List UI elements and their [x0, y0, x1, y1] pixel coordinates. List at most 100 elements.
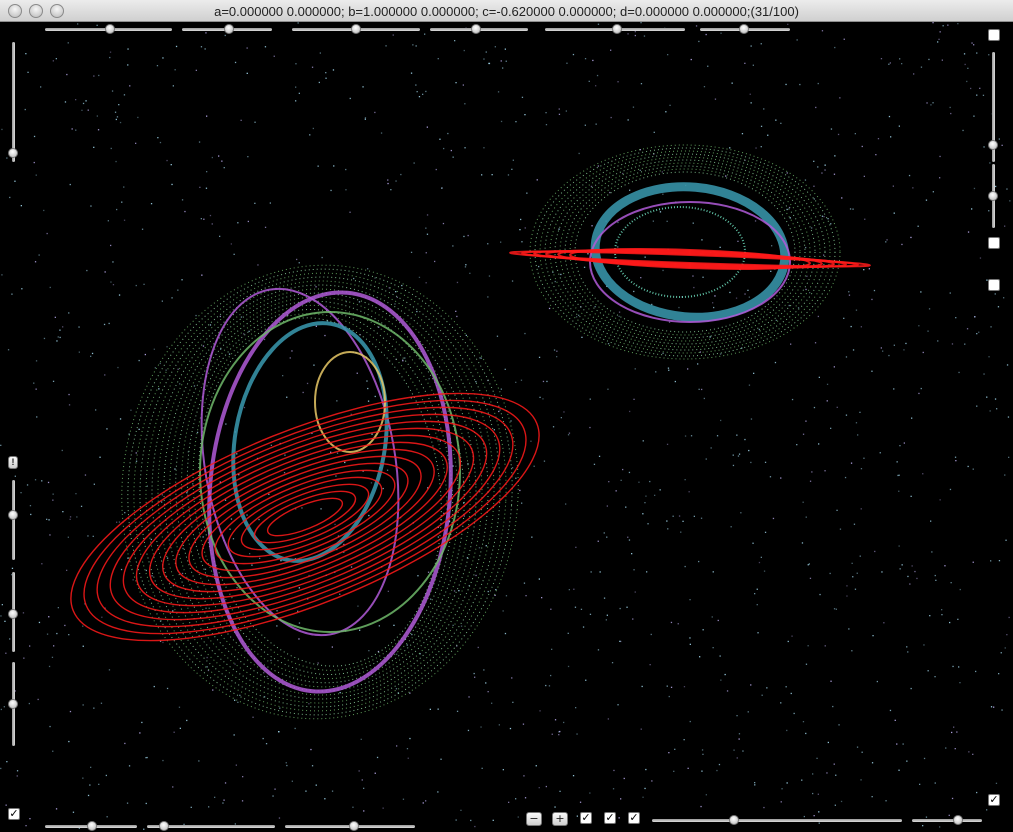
dust-dot — [119, 418, 122, 420]
dust-dot — [805, 732, 807, 735]
left-slider-4[interactable] — [7, 662, 19, 746]
dust-dot — [683, 686, 686, 688]
dust-dot — [34, 261, 37, 263]
slider-thumb[interactable] — [105, 24, 115, 34]
dust-dot — [824, 470, 826, 472]
dust-dot — [906, 760, 908, 762]
fractal-canvas[interactable] — [0, 22, 1013, 832]
dust-dot — [596, 74, 599, 77]
dust-dot — [1, 274, 3, 276]
slider-thumb[interactable] — [87, 821, 97, 831]
dust-dot — [82, 102, 85, 105]
checkbox-bottom-mid-2[interactable]: ✓ — [604, 812, 616, 824]
dust-dot — [1001, 709, 1003, 711]
top-slider-1[interactable] — [45, 23, 172, 35]
dust-dot — [829, 572, 831, 575]
checkbox-right-mid-1[interactable] — [988, 237, 1000, 249]
left-slider-2[interactable] — [7, 480, 19, 560]
dust-dot — [574, 606, 577, 608]
slider-thumb[interactable] — [612, 24, 622, 34]
left-slider-3[interactable] — [7, 572, 19, 652]
slider-thumb[interactable] — [349, 821, 359, 831]
dust-dot — [941, 59, 943, 61]
dust-dot — [124, 512, 126, 514]
dust-dot — [243, 333, 245, 335]
dust-dot — [567, 434, 570, 436]
top-slider-5[interactable] — [545, 23, 685, 35]
zoom-out-button[interactable]: − — [526, 812, 542, 826]
zoom-in-button[interactable]: + — [552, 812, 568, 826]
dust-dot — [75, 99, 77, 101]
slider-thumb[interactable] — [953, 815, 963, 825]
dust-dot — [483, 669, 485, 671]
dust-dot — [435, 168, 437, 171]
bottom-slider-3[interactable] — [285, 820, 415, 832]
slider-thumb[interactable] — [224, 24, 234, 34]
slider-thumb[interactable] — [471, 24, 481, 34]
checkbox-right-mid-2[interactable] — [988, 279, 1000, 291]
checkbox-right-top[interactable] — [988, 29, 1000, 41]
dust-dot — [424, 33, 426, 35]
dust-dot — [406, 748, 409, 750]
slider-thumb[interactable] — [988, 140, 998, 150]
checkbox-bottom-right[interactable]: ✓ — [988, 794, 1000, 806]
dust-dot — [578, 152, 580, 155]
dust-dot — [254, 202, 256, 204]
dust-dot — [252, 716, 254, 718]
dust-dot — [204, 48, 206, 50]
slider-thumb[interactable] — [739, 24, 749, 34]
bottom-slider-4[interactable] — [652, 814, 902, 826]
dust-dot — [934, 574, 936, 577]
dust-dot — [286, 396, 288, 398]
dust-dot — [618, 311, 621, 313]
slider-thumb[interactable] — [988, 191, 998, 201]
slider-thumb[interactable] — [8, 148, 18, 158]
dust-dot — [821, 172, 823, 174]
bottom-slider-1[interactable] — [45, 820, 137, 832]
bottom-slider-2[interactable] — [147, 820, 275, 832]
dust-dot — [112, 261, 114, 263]
dust-dot — [712, 302, 714, 304]
dust-dot — [409, 737, 411, 740]
dust-dot — [881, 571, 883, 573]
checkbox-bottom-mid-1[interactable]: ✓ — [580, 812, 592, 824]
checkbox-bottom-left[interactable]: ✓ — [8, 808, 20, 820]
dust-dot — [606, 536, 608, 538]
dust-dot — [633, 398, 635, 400]
top-slider-3[interactable] — [292, 23, 420, 35]
warning-button[interactable]: ! — [8, 456, 18, 469]
bottom-slider-5[interactable] — [912, 814, 982, 826]
slider-thumb[interactable] — [8, 609, 18, 619]
slider-thumb[interactable] — [351, 24, 361, 34]
dust-dot — [845, 414, 848, 416]
slider-thumb[interactable] — [159, 821, 169, 831]
left-slider-1[interactable] — [7, 42, 19, 162]
dust-dot — [647, 523, 649, 525]
dust-dot — [666, 520, 668, 522]
dust-dot — [251, 564, 253, 566]
dust-dot — [237, 701, 239, 703]
dust-dot — [871, 298, 873, 301]
dust-dot — [33, 382, 35, 384]
right-slider-1[interactable] — [987, 52, 999, 162]
dust-dot — [515, 477, 517, 479]
dust-dot — [145, 757, 147, 759]
dust-dot — [374, 395, 376, 398]
dust-dot — [115, 160, 117, 163]
dust-dot — [339, 692, 341, 694]
slider-thumb[interactable] — [729, 815, 739, 825]
dust-dot — [488, 275, 491, 277]
checkbox-bottom-mid-3[interactable]: ✓ — [628, 812, 640, 824]
dust-dot — [662, 269, 664, 272]
top-slider-2[interactable] — [182, 23, 272, 35]
dust-dot — [817, 166, 819, 168]
dust-dot — [830, 223, 832, 225]
dust-dot — [567, 632, 569, 634]
slider-thumb[interactable] — [8, 699, 18, 709]
dust-dot — [291, 350, 293, 352]
top-slider-4[interactable] — [430, 23, 528, 35]
dust-dot — [983, 373, 985, 375]
top-slider-6[interactable] — [700, 23, 790, 35]
right-slider-2[interactable] — [987, 164, 999, 228]
slider-thumb[interactable] — [8, 510, 18, 520]
